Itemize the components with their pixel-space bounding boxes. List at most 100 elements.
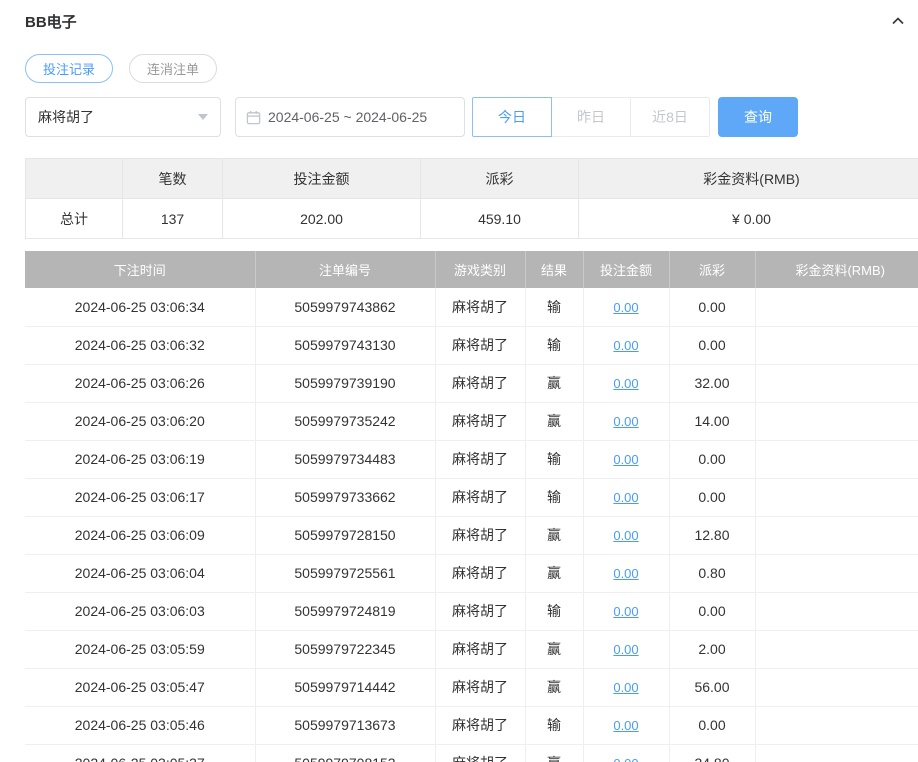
quick-filter-yesterday[interactable]: 昨日 — [551, 97, 631, 137]
col-header-payout: 派彩 — [669, 251, 756, 288]
payout-cell: 12.80 — [668, 516, 756, 555]
result-cell: 输 — [524, 592, 584, 631]
summary-total-row: 总计 137 202.00 459.10 ¥ 0.00 — [25, 198, 918, 239]
game-type-cell: 麻将胡了 — [434, 440, 526, 479]
result-cell: 输 — [524, 326, 584, 365]
summary-table: 笔数 投注金额 派彩 彩金资料(RMB) 总计 137 202.00 459.1… — [25, 158, 918, 239]
quick-filter-today[interactable]: 今日 — [472, 97, 552, 137]
bet-amount-link[interactable]: 0.00 — [613, 604, 638, 619]
col-header-bet-amount: 投注金额 — [583, 251, 670, 288]
result-cell: 输 — [524, 478, 584, 517]
game-type-cell: 麻将胡了 — [434, 478, 526, 517]
order-number-cell: 5059979733662 — [254, 478, 436, 517]
result-cell: 赢 — [524, 668, 584, 707]
bet-time-cell: 2024-06-25 03:05:37 — [25, 744, 256, 762]
summary-header-row: 笔数 投注金额 派彩 彩金资料(RMB) — [25, 158, 918, 199]
bet-time-cell: 2024-06-25 03:05:47 — [25, 668, 256, 707]
bet-amount-cell: 0.00 — [582, 630, 670, 669]
bet-amount-link[interactable]: 0.00 — [613, 376, 638, 391]
col-header-bet-time: 下注时间 — [25, 251, 256, 288]
tab-betting-records[interactable]: 投注记录 — [25, 54, 114, 83]
panel-header: BB电子 — [25, 12, 918, 31]
bet-amount-cell: 0.00 — [582, 326, 670, 365]
summary-header-jackpot: 彩金资料(RMB) — [578, 158, 918, 199]
col-header-order-number: 注单编号 — [255, 251, 436, 288]
bet-amount-link[interactable]: 0.00 — [613, 452, 638, 467]
summary-count-value: 137 — [122, 198, 223, 239]
bet-amount-link[interactable]: 0.00 — [613, 414, 638, 429]
summary-header-blank — [25, 158, 123, 199]
date-range-picker[interactable]: 2024-06-25 ~ 2024-06-25 — [235, 97, 465, 137]
jackpot-cell — [754, 402, 918, 441]
page-title: BB电子 — [25, 13, 77, 31]
bet-amount-link[interactable]: 0.00 — [613, 718, 638, 733]
order-number-cell: 5059979713673 — [254, 706, 436, 745]
bet-amount-cell: 0.00 — [582, 478, 670, 517]
tab-cancelled-orders[interactable]: 连消注单 — [129, 54, 218, 83]
bet-amount-cell: 0.00 — [582, 402, 670, 441]
jackpot-cell — [754, 630, 918, 669]
game-select[interactable]: 麻将胡了 — [25, 97, 221, 137]
result-cell: 输 — [524, 440, 584, 479]
quick-filter-last8days[interactable]: 近8日 — [630, 97, 710, 137]
jackpot-cell — [754, 288, 918, 327]
order-number-cell: 5059979728150 — [254, 516, 436, 555]
jackpot-cell — [754, 440, 918, 479]
bet-amount-link[interactable]: 0.00 — [613, 756, 638, 762]
records-table: 下注时间 注单编号 游戏类别 结果 投注金额 派彩 彩金资料(RMB) 2024… — [25, 251, 918, 762]
bet-amount-cell: 0.00 — [582, 288, 670, 327]
chevron-down-icon — [198, 114, 208, 120]
bet-amount-link[interactable]: 0.00 — [613, 300, 638, 315]
bet-amount-link[interactable]: 0.00 — [613, 338, 638, 353]
jackpot-cell — [754, 744, 918, 762]
order-number-cell: 5059979708153 — [254, 744, 436, 762]
summary-jackpot-value: ¥ 0.00 — [578, 198, 918, 239]
bet-amount-link[interactable]: 0.00 — [613, 566, 638, 581]
search-button[interactable]: 查询 — [718, 97, 798, 137]
table-row: 2024-06-25 03:06:19 5059979734483 麻将胡了输 0.0… — [25, 440, 918, 479]
game-type-cell: 麻将胡了 — [434, 364, 526, 403]
bet-amount-cell: 0.00 — [582, 440, 670, 479]
col-header-jackpot: 彩金资料(RMB) — [755, 251, 918, 288]
result-cell: 赢 — [524, 630, 584, 669]
payout-cell: 0.00 — [668, 288, 756, 327]
records-header-row: 下注时间 注单编号 游戏类别 结果 投注金额 派彩 彩金资料(RMB) — [25, 251, 918, 288]
game-type-cell: 麻将胡了 — [434, 288, 526, 327]
jackpot-cell — [754, 478, 918, 517]
bet-amount-link[interactable]: 0.00 — [613, 490, 638, 505]
game-type-cell: 麻将胡了 — [434, 668, 526, 707]
bet-time-cell: 2024-06-25 03:06:32 — [25, 326, 256, 365]
jackpot-cell — [754, 326, 918, 365]
payout-cell: 2.00 — [668, 630, 756, 669]
order-number-cell: 5059979735242 — [254, 402, 436, 441]
collapse-chevron-up-icon[interactable] — [890, 13, 906, 29]
summary-bet-amount-value: 202.00 — [222, 198, 421, 239]
bet-amount-link[interactable]: 0.00 — [613, 680, 638, 695]
bet-amount-link[interactable]: 0.00 — [613, 528, 638, 543]
result-cell: 赢 — [524, 402, 584, 441]
game-type-cell: 麻将胡了 — [434, 706, 526, 745]
col-header-game-type: 游戏类别 — [435, 251, 526, 288]
bet-time-cell: 2024-06-25 03:06:34 — [25, 288, 256, 327]
bet-amount-cell: 0.00 — [582, 744, 670, 762]
order-number-cell: 5059979734483 — [254, 440, 436, 479]
payout-cell: 0.00 — [668, 478, 756, 517]
table-row: 2024-06-25 03:06:17 5059979733662 麻将胡了输 0.0… — [25, 478, 918, 517]
tab-bar: 投注记录 连消注单 — [25, 54, 918, 83]
game-type-cell: 麻将胡了 — [434, 744, 526, 762]
jackpot-cell — [754, 364, 918, 403]
order-number-cell: 5059979743130 — [254, 326, 436, 365]
jackpot-cell — [754, 516, 918, 555]
bet-amount-link[interactable]: 0.00 — [613, 642, 638, 657]
filter-bar: 麻将胡了 2024-06-25 ~ 2024-06-25 今日 昨日 近8日 查… — [25, 97, 918, 137]
bet-time-cell: 2024-06-25 03:06:20 — [25, 402, 256, 441]
result-cell: 赢 — [524, 554, 584, 593]
table-row: 2024-06-25 03:05:375059979708153麻将胡了赢 0.0… — [25, 744, 918, 762]
table-row: 2024-06-25 03:06:32 5059979743130 麻将胡了输 0.0… — [25, 326, 918, 365]
payout-cell: 56.00 — [668, 668, 756, 707]
table-row: 2024-06-25 03:06:09 5059979728150 麻将胡了赢 0.0… — [25, 516, 918, 555]
bet-time-cell: 2024-06-25 03:06:03 — [25, 592, 256, 631]
table-row: 2024-06-25 03:06:20 5059979735242 麻将胡了赢 0.0… — [25, 402, 918, 441]
game-type-cell: 麻将胡了 — [434, 516, 526, 555]
col-header-result: 结果 — [525, 251, 584, 288]
